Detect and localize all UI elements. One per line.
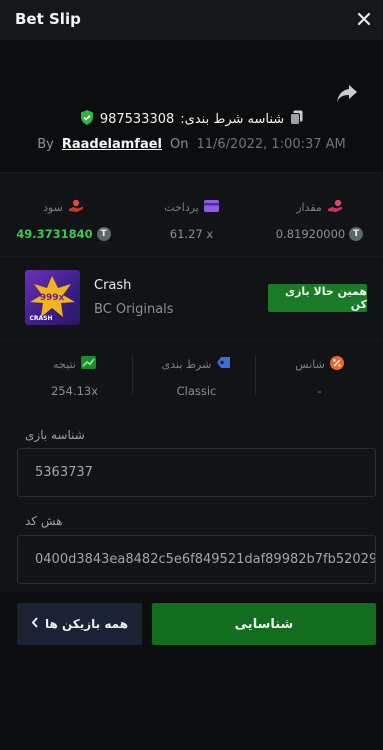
bet-meta-row: By Raadelamfael On 11/6/2022, 1:00:37 AM xyxy=(0,134,383,154)
game-provider: BC Originals xyxy=(94,302,174,317)
hash-field[interactable]: 0400d3843ea8482c5e6f849521daf89982b7fb52… xyxy=(17,535,376,584)
stat-label-chance: شانس xyxy=(295,357,325,371)
stat-value-result: 254.13x xyxy=(50,384,99,398)
game-id-label: شناسه بازی xyxy=(25,428,85,442)
stat-label-profit: سود xyxy=(43,200,63,214)
bet-id-value: 987533308 xyxy=(99,111,175,127)
bet-id-label: شناسه شرط بندی: xyxy=(180,111,285,127)
game-id-field[interactable]: 5363737 xyxy=(17,448,376,497)
game-name[interactable]: Crash xyxy=(94,278,131,293)
hand-coin-icon xyxy=(327,199,343,216)
stat-label-payout: پرداخت xyxy=(164,200,199,214)
stat-result: نتیجه 254.13x xyxy=(11,355,138,401)
copy-icon[interactable] xyxy=(290,110,303,129)
all-players-button[interactable]: همه بازیکن ها xyxy=(17,603,142,645)
verify-button[interactable]: شناسایی xyxy=(152,603,376,645)
chevron-left-icon xyxy=(31,617,39,631)
stat-payout: پرداخت 61.27 x xyxy=(128,198,255,244)
stat-value-payout: 61.27 x xyxy=(169,227,214,241)
stat-value-bet-type: Classic xyxy=(176,384,217,398)
header-bar: Bet Slip xyxy=(0,0,383,40)
bet-id-row: 987533308 شناسه شرط بندی: xyxy=(0,107,383,131)
percent-icon xyxy=(329,355,344,373)
thumb-label-text: CRASH xyxy=(29,315,52,322)
result-chart-icon xyxy=(80,356,96,372)
game-thumbnail[interactable]: 999x CRASH xyxy=(25,270,80,325)
divider xyxy=(0,340,383,341)
stat-value-profit: 49.3731840 xyxy=(16,227,93,241)
on-label: On xyxy=(170,136,189,152)
bet-tag-icon xyxy=(216,356,231,372)
stat-label-bet-type: شرط بندی xyxy=(161,357,212,371)
stat-bet-type: شرط بندی Classic xyxy=(133,355,260,401)
shield-check-icon xyxy=(80,109,94,129)
stat-label-amount: مقدار xyxy=(296,200,322,214)
hash-label: هش کد xyxy=(25,514,63,528)
bet-date: 11/6/2022, 1:00:37 AM xyxy=(196,136,346,152)
play-now-button[interactable]: همین حالا بازی کن xyxy=(268,284,367,312)
tether-coin-icon: T xyxy=(349,227,364,241)
thumb-badge-text: 999x xyxy=(40,293,65,303)
share-icon[interactable] xyxy=(336,83,358,103)
wallet-card-icon xyxy=(203,199,219,215)
tether-coin-icon: T xyxy=(96,227,111,241)
stat-value-chance: - xyxy=(317,384,322,398)
all-players-label: همه بازیکن ها xyxy=(44,617,129,631)
close-icon[interactable] xyxy=(354,9,374,29)
stat-chance: شانس - xyxy=(256,355,383,401)
stat-amount: مقدار 0.81920000 T xyxy=(256,198,383,244)
stat-value-amount: 0.81920000 xyxy=(275,227,346,241)
divider xyxy=(0,172,383,173)
page-title: Bet Slip xyxy=(15,10,81,28)
user-link[interactable]: Raadelamfael xyxy=(62,137,162,152)
stat-profit: سود 49.3731840 T xyxy=(0,198,127,244)
by-label: By xyxy=(37,136,54,152)
divider xyxy=(0,256,383,257)
profit-hand-icon xyxy=(68,199,84,216)
stat-label-result: نتیجه xyxy=(53,357,76,371)
